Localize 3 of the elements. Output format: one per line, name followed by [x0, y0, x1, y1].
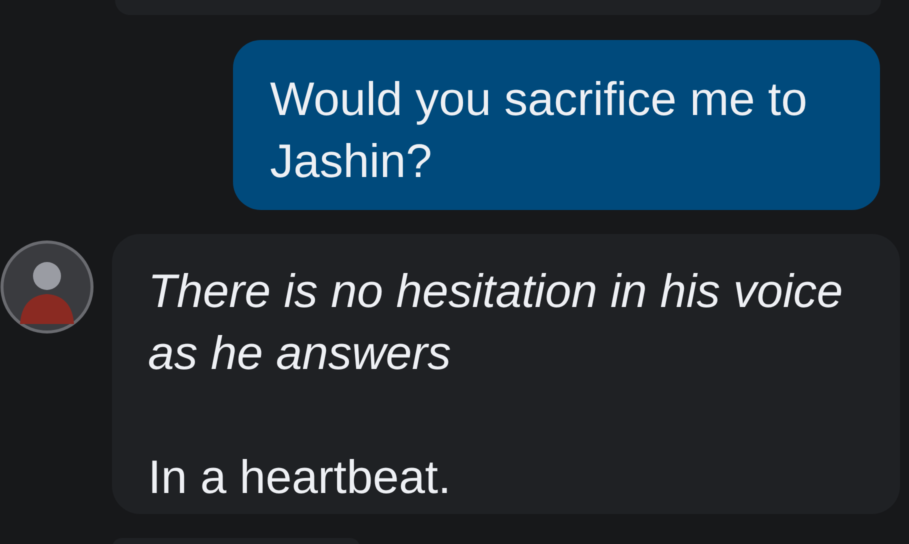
message-text: There is no hesitation in his voice as he answers In a heartbeat. [148, 263, 844, 505]
avatar-icon[interactable] [0, 240, 94, 334]
message-text: Would you sacrifice me to Jashin? [270, 71, 808, 189]
